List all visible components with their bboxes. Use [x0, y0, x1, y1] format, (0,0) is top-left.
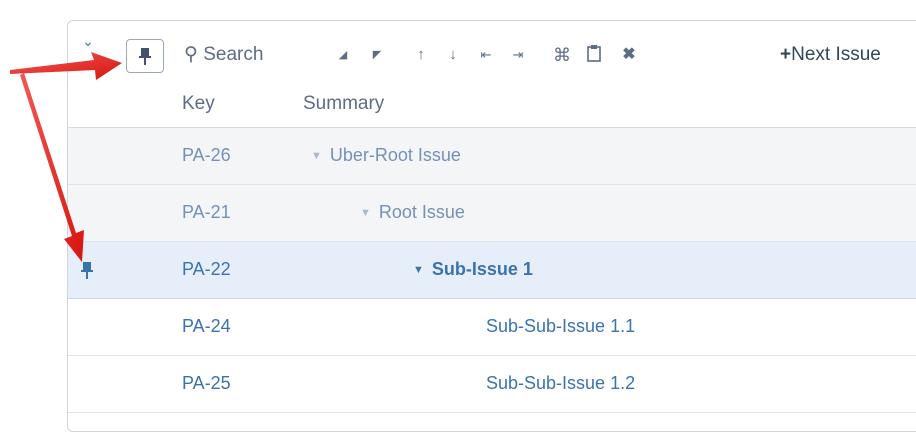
- clipboard-graphic: [587, 45, 601, 62]
- toolbar: ⌄ ⚲ Search ◢ ◤ ↑ ↓ ⇤ ⇥ ⌘ ✖ +Next Issue: [68, 21, 916, 81]
- outdent-icon[interactable]: ⇤: [476, 43, 496, 67]
- issue-key[interactable]: PA-25: [182, 373, 231, 394]
- cut-icon[interactable]: ⌘: [552, 43, 572, 67]
- paste-icon[interactable]: [584, 43, 604, 67]
- summary-text: Uber-Root Issue: [329, 145, 461, 165]
- move-up-icon[interactable]: ↑: [412, 43, 430, 67]
- next-issue-button[interactable]: +Next Issue: [780, 43, 881, 67]
- indent-icon[interactable]: ⇥: [508, 43, 528, 67]
- column-headers: Key Summary: [68, 81, 916, 128]
- issue-key[interactable]: PA-21: [182, 202, 231, 223]
- summary-text: Root Issue: [378, 202, 465, 222]
- collapse-all-icon[interactable]: ◢: [334, 43, 352, 67]
- callout-arrows: [10, 52, 122, 262]
- search-label: Search: [203, 44, 264, 65]
- collapse-triangle-icon[interactable]: ▼: [311, 150, 322, 162]
- table-row[interactable]: PA-21 ▼ Root Issue: [68, 185, 916, 242]
- next-issue-label: Next Issue: [791, 44, 881, 65]
- search-icon: ⚲: [184, 44, 198, 65]
- collapse-triangle-icon[interactable]: ▼: [413, 264, 424, 276]
- issue-key[interactable]: PA-22: [182, 259, 231, 280]
- move-down-icon[interactable]: ↓: [444, 43, 462, 67]
- table-row-selected[interactable]: PA-22 ▼ Sub-Issue 1: [68, 242, 916, 299]
- issue-summary[interactable]: Sub-Sub-Issue 1.2: [486, 373, 635, 394]
- search-button[interactable]: ⚲ Search: [184, 43, 263, 67]
- callout-arrow-to-row-pin: [20, 73, 84, 262]
- structure-panel: ⌄ ⚲ Search ◢ ◤ ↑ ↓ ⇤ ⇥ ⌘ ✖ +Next Issue K…: [67, 20, 916, 432]
- column-header-key[interactable]: Key: [182, 93, 215, 115]
- table-row[interactable]: PA-26 ▼ Uber-Root Issue: [68, 128, 916, 185]
- table-row[interactable]: PA-24 Sub-Sub-Issue 1.1: [68, 299, 916, 356]
- plus-icon: +: [780, 44, 792, 65]
- column-header-summary[interactable]: Summary: [303, 93, 384, 115]
- issue-summary[interactable]: ▼ Uber-Root Issue: [311, 145, 461, 166]
- issue-summary[interactable]: ▼ Root Issue: [360, 202, 465, 223]
- callout-arrow-to-pin-button: [10, 52, 122, 80]
- collapse-triangle-icon[interactable]: ▼: [360, 207, 371, 219]
- table-row[interactable]: PA-25 Sub-Sub-Issue 1.2: [68, 356, 916, 413]
- expand-all-icon[interactable]: ◤: [368, 43, 386, 67]
- issue-key[interactable]: PA-24: [182, 316, 231, 337]
- delete-icon[interactable]: ✖: [620, 43, 638, 67]
- issue-summary[interactable]: ▼ Sub-Issue 1: [413, 259, 533, 280]
- issue-key[interactable]: PA-26: [182, 145, 231, 166]
- issue-summary[interactable]: Sub-Sub-Issue 1.1: [486, 316, 635, 337]
- summary-text: Sub-Issue 1: [431, 259, 533, 279]
